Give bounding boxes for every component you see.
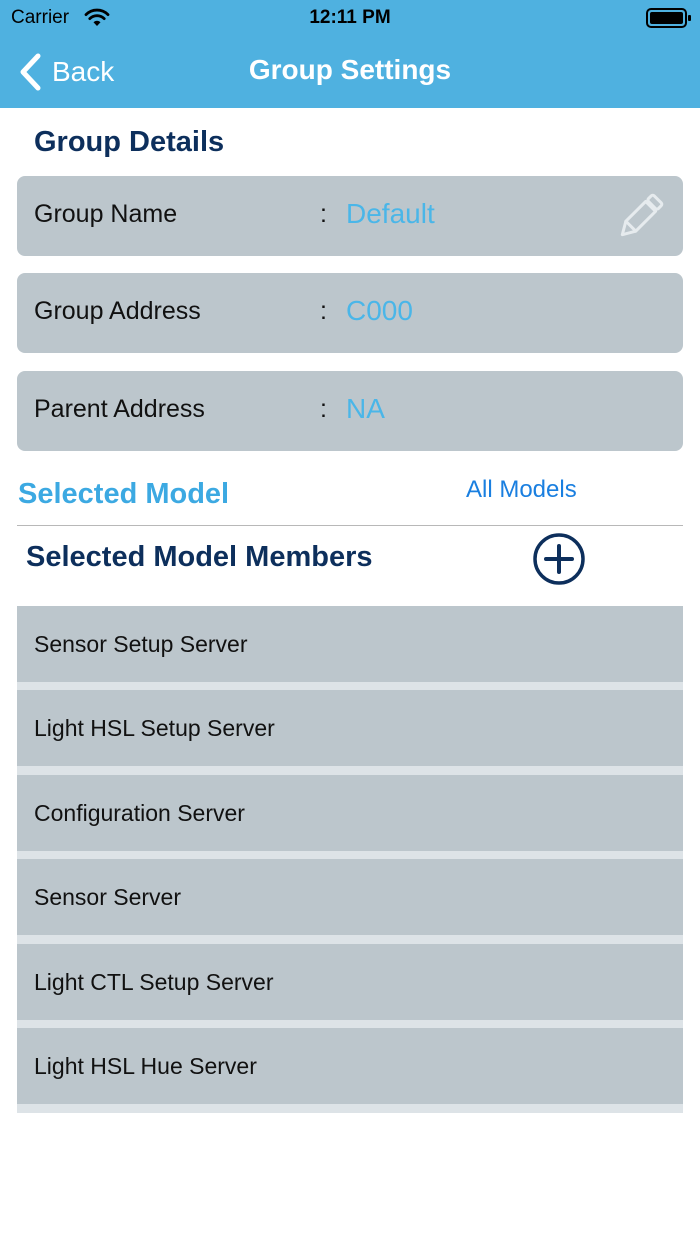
all-models-link[interactable]: All Models (466, 476, 577, 504)
list-item-label: Sensor Server (34, 884, 182, 910)
add-circle-icon[interactable] (532, 532, 586, 586)
divider (17, 525, 683, 526)
list-item[interactable]: Sensor Server (17, 859, 683, 935)
list-item[interactable]: Sensor Setup Server (17, 606, 683, 682)
list-item-label: Light HSL Setup Server (34, 715, 275, 741)
parent-address-row: Parent Address : NA (17, 371, 683, 451)
pencil-edit-icon[interactable] (613, 190, 667, 244)
status-bar: Carrier 12:11 PM (0, 0, 700, 36)
list-item-label: Sensor Setup Server (34, 631, 248, 657)
parent-address-value: NA (346, 393, 385, 424)
status-time: 12:11 PM (309, 7, 391, 28)
parent-address-label: Parent Address (34, 395, 205, 423)
list-item[interactable]: Light HSL Setup Server (17, 690, 683, 766)
list-item[interactable]: Light CTL Setup Server (17, 944, 683, 1020)
members-list: Sensor Setup Server Light HSL Setup Serv… (17, 606, 683, 1113)
page-title: Group Settings (248, 54, 452, 85)
group-address-row: Group Address : C000 (17, 273, 683, 353)
group-name-value: Default (346, 198, 435, 229)
selected-model-label: Selected Model (18, 478, 230, 510)
list-item-label: Light CTL Setup Server (34, 969, 274, 995)
list-item-label: Light HSL Hue Server (34, 1053, 257, 1079)
list-item-label: Configuration Server (34, 800, 245, 826)
selected-model-members-heading: Selected Model Members (26, 541, 373, 573)
parent-address-colon: : (320, 395, 327, 423)
group-address-label: Group Address (34, 297, 201, 325)
group-name-row: Group Name : Default (17, 176, 683, 256)
list-item[interactable]: Light HSL Hue Server (17, 1028, 683, 1104)
list-item[interactable]: Configuration Server (17, 775, 683, 851)
group-address-colon: : (320, 297, 327, 325)
navigation-bar: Back Group Settings (0, 36, 700, 108)
battery-icon (646, 8, 691, 28)
group-details-heading: Group Details (34, 126, 225, 158)
group-name-colon: : (320, 200, 327, 228)
group-name-label: Group Name (34, 200, 178, 228)
group-address-value: C000 (346, 295, 413, 326)
